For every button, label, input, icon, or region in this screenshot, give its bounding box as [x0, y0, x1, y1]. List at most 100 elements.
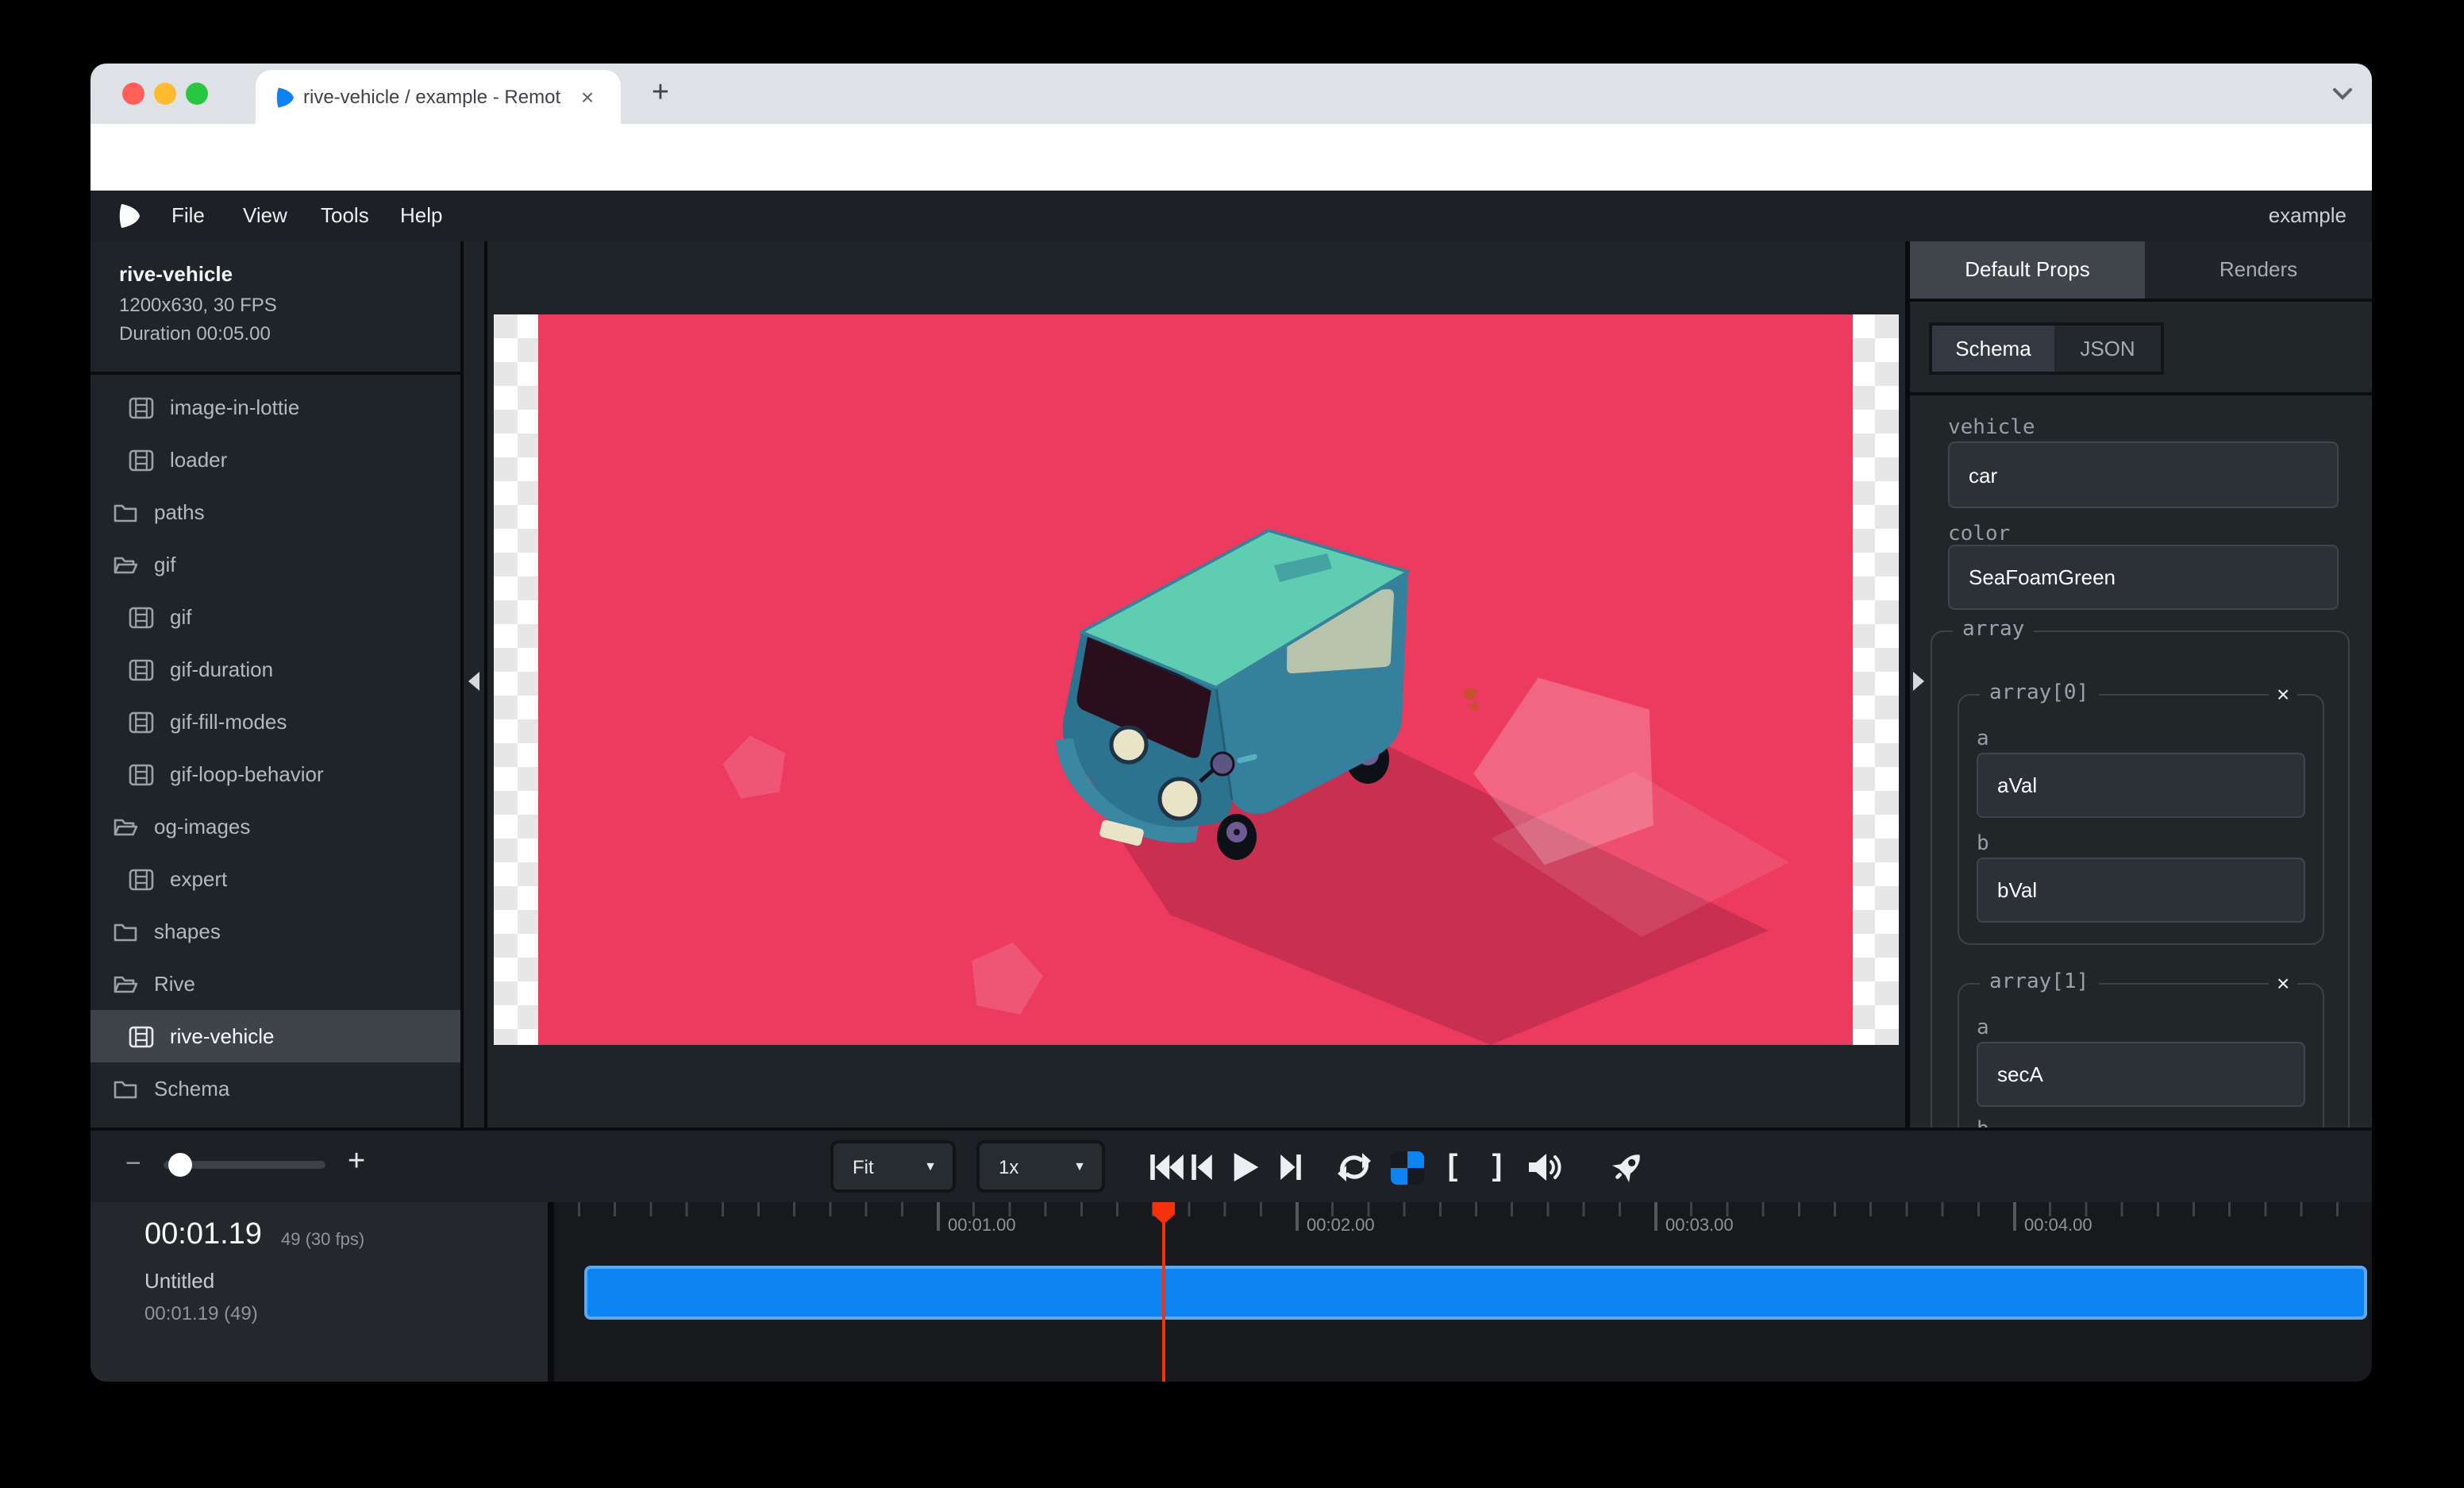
- vehicle-animation-frame: [538, 314, 1853, 1045]
- sidebar-folder-rive[interactable]: Rive: [90, 958, 460, 1010]
- properties-panel: Default Props Renders Schema JSON vehicl…: [1910, 241, 2372, 1128]
- current-time: 00:01.19: [144, 1218, 262, 1253]
- sidebar-item-expert[interactable]: expert: [90, 853, 460, 905]
- array-0-legend: array[0]: [1980, 681, 2098, 707]
- previous-frame-icon[interactable]: [1183, 1150, 1221, 1185]
- traffic-light-zoom[interactable]: [186, 83, 208, 105]
- film-icon: [129, 763, 154, 785]
- preview-canvas: [487, 241, 1905, 1128]
- film-icon: [129, 1025, 154, 1047]
- array-0-b-label: b: [1977, 832, 1989, 856]
- timeline-track-bar[interactable]: [584, 1266, 2367, 1320]
- film-icon: [129, 711, 154, 733]
- toggle-schema[interactable]: Schema: [1932, 326, 2054, 372]
- array-1-a-field[interactable]: [1977, 1042, 2305, 1107]
- play-icon[interactable]: [1227, 1150, 1265, 1185]
- compositions-sidebar: rive-vehicle 1200x630, 30 FPS Duration 0…: [90, 241, 460, 1128]
- fit-dropdown[interactable]: Fit▼: [830, 1140, 956, 1193]
- array-1-legend: array[1]: [1980, 970, 2098, 996]
- menu-tools[interactable]: Tools: [321, 191, 369, 241]
- project-name-label: example: [2269, 191, 2347, 241]
- sidebar-divider[interactable]: [460, 241, 464, 1128]
- new-tab-button[interactable]: +: [640, 73, 681, 114]
- second-tick: [2013, 1202, 2016, 1231]
- out-point-icon[interactable]: ]: [1478, 1150, 1516, 1185]
- menu-view[interactable]: View: [243, 191, 287, 241]
- folder-icon: [113, 920, 138, 943]
- array-0-a-field[interactable]: [1977, 753, 2305, 818]
- field-label-color: color: [1948, 522, 2010, 546]
- tab-close-icon[interactable]: ×: [573, 83, 602, 111]
- sidebar-folder-shapes[interactable]: shapes: [90, 905, 460, 958]
- timeline-zoom-slider-thumb[interactable]: [168, 1153, 192, 1177]
- tab-search-chevron-icon[interactable]: [2332, 87, 2353, 102]
- film-icon: [129, 658, 154, 680]
- sidebar-item-rive-vehicle[interactable]: rive-vehicle: [90, 1010, 460, 1062]
- timeline-zoom-out-button[interactable]: −: [125, 1148, 141, 1180]
- pentagon-left: [722, 736, 785, 799]
- loop-icon[interactable]: [1335, 1150, 1373, 1185]
- menu-help[interactable]: Help: [400, 191, 443, 241]
- second-tick: [937, 1202, 940, 1231]
- tab-title: rive-vehicle / example - Remoti: [303, 70, 560, 124]
- track-duration: 00:01.19 (49): [144, 1302, 258, 1324]
- sidebar-item-gif-duration[interactable]: gif-duration: [90, 643, 460, 696]
- skip-to-start-icon[interactable]: [1148, 1150, 1186, 1185]
- skip-to-end-icon[interactable]: [1272, 1150, 1310, 1185]
- traffic-light-close[interactable]: [122, 83, 144, 105]
- tab-default-props[interactable]: Default Props: [1910, 241, 2145, 299]
- app-menubar: File View Tools Help example: [90, 191, 2372, 241]
- menu-file[interactable]: File: [171, 191, 205, 241]
- sidebar-folder-og-images[interactable]: og-images: [90, 800, 460, 853]
- chevron-down-icon: ▼: [924, 1159, 937, 1174]
- composition-info-header: rive-vehicle 1200x630, 30 FPS Duration 0…: [90, 241, 460, 375]
- composition-title: rive-vehicle: [119, 262, 233, 286]
- sidebar-folder-gif[interactable]: gif: [90, 538, 460, 591]
- sidebar-folder-paths[interactable]: paths: [90, 486, 460, 538]
- browser-tab[interactable]: rive-vehicle / example - Remoti ×: [256, 70, 621, 124]
- transparency-checkerboard-icon[interactable]: [1388, 1150, 1426, 1185]
- film-icon: [129, 449, 154, 471]
- timeline-ruler[interactable]: 00:01.00 00:02.00 00:03.00 00:04.00: [554, 1202, 2372, 1237]
- vehicle-field[interactable]: [1948, 441, 2339, 508]
- favicon-icon: [275, 86, 295, 110]
- array-1-a-label: a: [1977, 1016, 1989, 1040]
- collapse-sidebar-arrow-icon[interactable]: [468, 672, 479, 691]
- schema-json-toggle: Schema JSON: [1929, 322, 2164, 375]
- timeline-zoom-in-button[interactable]: +: [348, 1145, 365, 1180]
- composition-duration: Duration 00:05.00: [119, 322, 271, 345]
- sidebar-item-loader[interactable]: loader: [90, 434, 460, 486]
- sidebar-item-gif-fill-modes[interactable]: gif-fill-modes: [90, 696, 460, 748]
- chevron-down-icon: ▼: [1073, 1159, 1086, 1174]
- render-rocket-icon[interactable]: [1608, 1150, 1646, 1185]
- volume-icon[interactable]: [1526, 1150, 1564, 1185]
- browser-toolbar: localhost:3000/rive-vehicle ☆: [90, 124, 2372, 191]
- color-field[interactable]: [1948, 545, 2339, 610]
- sidebar-folder-schema[interactable]: Schema: [90, 1062, 460, 1115]
- speed-dropdown[interactable]: 1x▼: [976, 1140, 1105, 1193]
- ruler-label-2s: 00:02.00: [1307, 1216, 1375, 1236]
- composition-resolution: 1200x630, 30 FPS: [119, 294, 277, 316]
- timeline-info-column: 00:01.19 49 (30 fps) Untitled 00:01.19 (…: [90, 1202, 548, 1382]
- in-point-icon[interactable]: [: [1434, 1150, 1472, 1185]
- remotion-logo-icon[interactable]: [117, 202, 141, 230]
- folder-icon: [113, 1077, 138, 1100]
- folder-open-icon: [113, 815, 138, 838]
- toggle-json[interactable]: JSON: [2054, 326, 2161, 372]
- panel-divider: [1910, 299, 2372, 302]
- playhead-line[interactable]: [1162, 1202, 1165, 1382]
- second-tick: [1654, 1202, 1657, 1231]
- array-0-remove-icon[interactable]: ×: [2269, 681, 2297, 707]
- collapse-panel-arrow-icon[interactable]: [1913, 672, 1924, 691]
- traffic-light-minimize[interactable]: [154, 83, 176, 105]
- sidebar-item-gif[interactable]: gif: [90, 591, 460, 643]
- array-0-b-field[interactable]: [1977, 858, 2305, 923]
- ruler-label-1s: 00:01.00: [948, 1216, 1016, 1236]
- array-legend: array: [1953, 618, 2034, 643]
- sidebar-item-gif-loop-behavior[interactable]: gif-loop-behavior: [90, 748, 460, 800]
- timeline-divider: [548, 1202, 554, 1382]
- tab-renders[interactable]: Renders: [2145, 241, 2372, 299]
- sidebar-item-image-in-lottie[interactable]: image-in-lottie: [90, 381, 460, 434]
- pentagon-bottom: [972, 943, 1042, 1015]
- array-1-remove-icon[interactable]: ×: [2269, 970, 2297, 996]
